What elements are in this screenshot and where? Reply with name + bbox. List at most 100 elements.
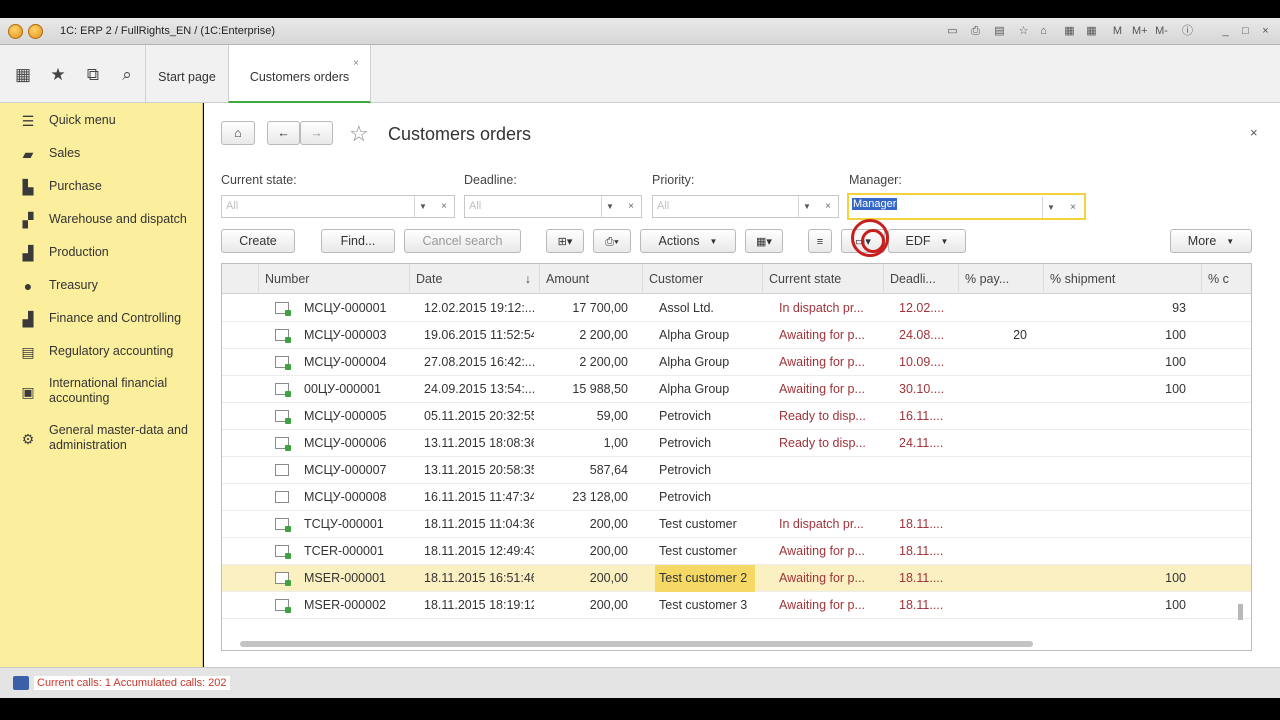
- app-logo-icon[interactable]: [8, 24, 23, 39]
- sidebar-item-quick-menu[interactable]: ☰ Quick menu: [0, 113, 203, 137]
- table-row[interactable]: МСЦУ-000003 19.06.2015 11:52:54 2 200,00 Al…: [222, 322, 1251, 349]
- print-icon[interactable]: ⎙: [968, 24, 983, 39]
- deadline-filter-field[interactable]: All ▼ ×: [464, 195, 642, 218]
- tab-customers-orders[interactable]: Customers orders ×: [228, 45, 371, 103]
- info-icon[interactable]: ⓘ: [1180, 24, 1195, 39]
- actions-button[interactable]: Actions ▼: [640, 229, 736, 253]
- table-row[interactable]: ТСЦУ-000001 18.11.2015 11:04:36 200,00 Test…: [222, 511, 1251, 538]
- home-icon[interactable]: ⌂: [1036, 24, 1051, 39]
- table-row[interactable]: 00ЦУ-000001 24.09.2015 13:54:... 15 988,50…: [222, 376, 1251, 403]
- col-amount[interactable]: Amount: [539, 264, 642, 294]
- chevron-down-icon[interactable]: ▼: [1042, 197, 1059, 218]
- sidebar-item-ifrs[interactable]: ▣ International financial accounting: [0, 376, 203, 410]
- maximize-icon[interactable]: □: [1238, 24, 1253, 39]
- calc-icon[interactable]: ▦: [1062, 24, 1077, 39]
- document-icon: [275, 464, 289, 476]
- cancel-search-button[interactable]: Cancel search: [404, 229, 521, 253]
- preview-icon[interactable]: ▤: [992, 24, 1007, 39]
- col-date-label: Date: [416, 272, 443, 286]
- close-window-icon[interactable]: ×: [1258, 24, 1273, 39]
- calendar-icon[interactable]: ▦: [1084, 24, 1099, 39]
- priority-filter-field[interactable]: All ▼ ×: [652, 195, 839, 218]
- sidebar-item-finance[interactable]: ▟ Finance and Controlling: [0, 311, 203, 335]
- cell-ship: [1122, 484, 1186, 511]
- chevron-down-icon[interactable]: ▼: [798, 196, 815, 217]
- back-button[interactable]: ←: [267, 121, 300, 145]
- tab-start-page[interactable]: Start page: [146, 45, 228, 103]
- form-close-icon[interactable]: ×: [1250, 125, 1258, 140]
- table-row[interactable]: МСЦУ-000007 13.11.2015 20:58:35 587,64 Petr…: [222, 457, 1251, 484]
- table-row[interactable]: MSER-000002 18.11.2015 18:19:12 200,00 Test…: [222, 592, 1251, 619]
- col-deadline[interactable]: Deadli...: [883, 264, 958, 294]
- main-menu-icon[interactable]: [28, 24, 43, 39]
- chevron-down-icon[interactable]: ▼: [414, 196, 431, 217]
- service-calls-icon[interactable]: [13, 676, 29, 690]
- doc-icon[interactable]: ▭: [945, 24, 960, 39]
- favorites-icon[interactable]: ☆: [1016, 24, 1031, 39]
- col-pay[interactable]: % pay...: [958, 264, 1043, 294]
- star-icon[interactable]: ★: [47, 65, 69, 85]
- state-filter-field[interactable]: All ▼ ×: [221, 195, 455, 218]
- list-settings-button[interactable]: ≡: [808, 229, 832, 253]
- posted-document-icon: [275, 383, 291, 397]
- tab-close-icon[interactable]: ×: [353, 58, 359, 69]
- table-row[interactable]: MSER-000001 18.11.2015 16:51:46 200,00 Test…: [222, 565, 1251, 592]
- table-row[interactable]: МСЦУ-000005 05.11.2015 20:32:55 59,00 Petro…: [222, 403, 1251, 430]
- col-date[interactable]: Date ↓: [409, 264, 539, 294]
- sidebar-item-treasury[interactable]: ● Treasury: [0, 278, 203, 302]
- reports-button[interactable]: ▦▾: [745, 229, 783, 253]
- cell-number: МСЦУ-000006: [304, 436, 387, 450]
- m-icon[interactable]: M: [1110, 24, 1125, 39]
- find-button[interactable]: Find...: [321, 229, 395, 253]
- minimize-icon[interactable]: _: [1218, 24, 1233, 39]
- table-row[interactable]: МСЦУ-000001 12.02.2015 19:12:... 17 700,00…: [222, 295, 1251, 322]
- manager-value[interactable]: Manager: [852, 198, 898, 210]
- table-row[interactable]: МСЦУ-000008 16.11.2015 11:47:34 23 128,00 P…: [222, 484, 1251, 511]
- posted-document-icon: [275, 518, 291, 532]
- apps-grid-icon[interactable]: ▦: [12, 65, 34, 85]
- col-current-state[interactable]: Current state: [762, 264, 883, 294]
- clear-icon[interactable]: ×: [818, 196, 838, 217]
- create-button[interactable]: Create: [221, 229, 295, 253]
- m-plus-icon[interactable]: M+: [1132, 24, 1148, 39]
- forward-button[interactable]: →: [300, 121, 333, 145]
- col-c[interactable]: % c: [1201, 264, 1237, 294]
- vertical-scrollbar[interactable]: [1238, 604, 1243, 620]
- more-button[interactable]: More ▼: [1170, 229, 1252, 253]
- table-row[interactable]: МСЦУ-000004 27.08.2015 16:42:... 2 200,00 A…: [222, 349, 1251, 376]
- clear-icon[interactable]: ×: [621, 196, 641, 217]
- sidebar-item-regulatory[interactable]: ▤ Regulatory accounting: [0, 344, 203, 368]
- m-minus-icon[interactable]: M-: [1154, 24, 1169, 39]
- cell-customer: Test customer: [659, 517, 737, 531]
- home-button[interactable]: ⌂: [221, 121, 255, 145]
- sidebar-item-sales[interactable]: ▰ Sales: [0, 146, 203, 170]
- favorite-star-icon[interactable]: ☆: [349, 121, 369, 147]
- table-row[interactable]: МСЦУ-000006 13.11.2015 18:08:36 1,00 Petrov…: [222, 430, 1251, 457]
- manager-filter-field[interactable]: Manager ▼ ×: [847, 193, 1086, 220]
- cell-date: 24.09.2015 13:54:...: [424, 382, 534, 396]
- clear-icon[interactable]: ×: [434, 196, 454, 217]
- arrow-left-icon: ←: [277, 126, 290, 140]
- col-number[interactable]: Number: [258, 264, 409, 294]
- table-row[interactable]: TCER-000001 18.11.2015 12:49:43 200,00 Test…: [222, 538, 1251, 565]
- chevron-down-icon[interactable]: ▼: [601, 196, 618, 217]
- cell-pay: 20: [1013, 328, 1027, 342]
- sidebar-item-warehouse[interactable]: ▞ Warehouse and dispatch: [0, 212, 203, 236]
- search-icon[interactable]: ⌕: [116, 65, 138, 85]
- create-based-on-button[interactable]: ⊞▾: [546, 229, 584, 253]
- cell-date: 12.02.2015 19:12:...: [424, 301, 534, 315]
- orders-table[interactable]: Number Date ↓ Amount Customer Current st…: [221, 263, 1252, 651]
- cell-date: 18.11.2015 18:19:12: [424, 598, 534, 612]
- col-customer[interactable]: Customer: [642, 264, 762, 294]
- sidebar-item-admin[interactable]: ⚙ General master-data and administration: [0, 423, 203, 457]
- col-shipment[interactable]: % shipment: [1043, 264, 1201, 294]
- edf-button[interactable]: EDF ▼: [888, 229, 966, 253]
- sidebar-item-production[interactable]: ▟ Production: [0, 245, 203, 269]
- clear-icon[interactable]: ×: [1063, 197, 1083, 218]
- document-icon: [275, 491, 289, 503]
- sidebar-item-purchase[interactable]: ▙ Purchase: [0, 179, 203, 203]
- horizontal-scrollbar[interactable]: [240, 641, 1033, 647]
- print-button[interactable]: ⎙▾: [593, 229, 631, 253]
- history-icon[interactable]: ⧉: [82, 65, 104, 85]
- cell-pay: [962, 403, 1027, 430]
